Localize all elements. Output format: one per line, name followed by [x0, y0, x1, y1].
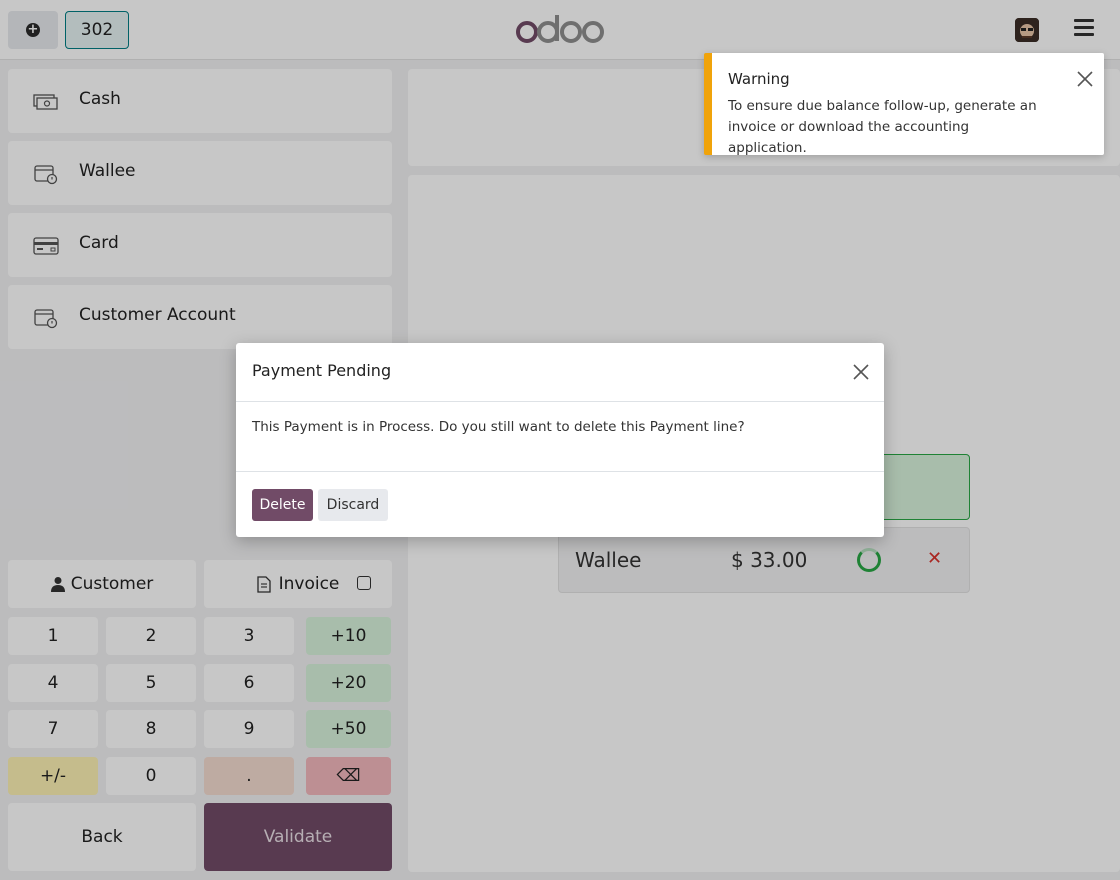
dialog-header: Payment Pending [236, 343, 884, 402]
toast-message: To ensure due balance follow-up, generat… [728, 98, 1037, 156]
close-icon[interactable] [1076, 70, 1094, 88]
payment-pending-dialog: Payment Pending This Payment is in Proce… [236, 343, 884, 537]
discard-button[interactable]: Discard [318, 489, 388, 521]
warning-toast: Warning To ensure due balance follow-up,… [704, 53, 1104, 156]
close-icon[interactable] [852, 363, 870, 381]
dialog-body: This Payment is in Process. Do you still… [252, 419, 745, 435]
dialog-title: Payment Pending [252, 361, 392, 380]
delete-button[interactable]: Delete [252, 489, 313, 521]
toast-title: Warning [728, 70, 790, 88]
dialog-footer: Delete Discard [236, 471, 884, 537]
